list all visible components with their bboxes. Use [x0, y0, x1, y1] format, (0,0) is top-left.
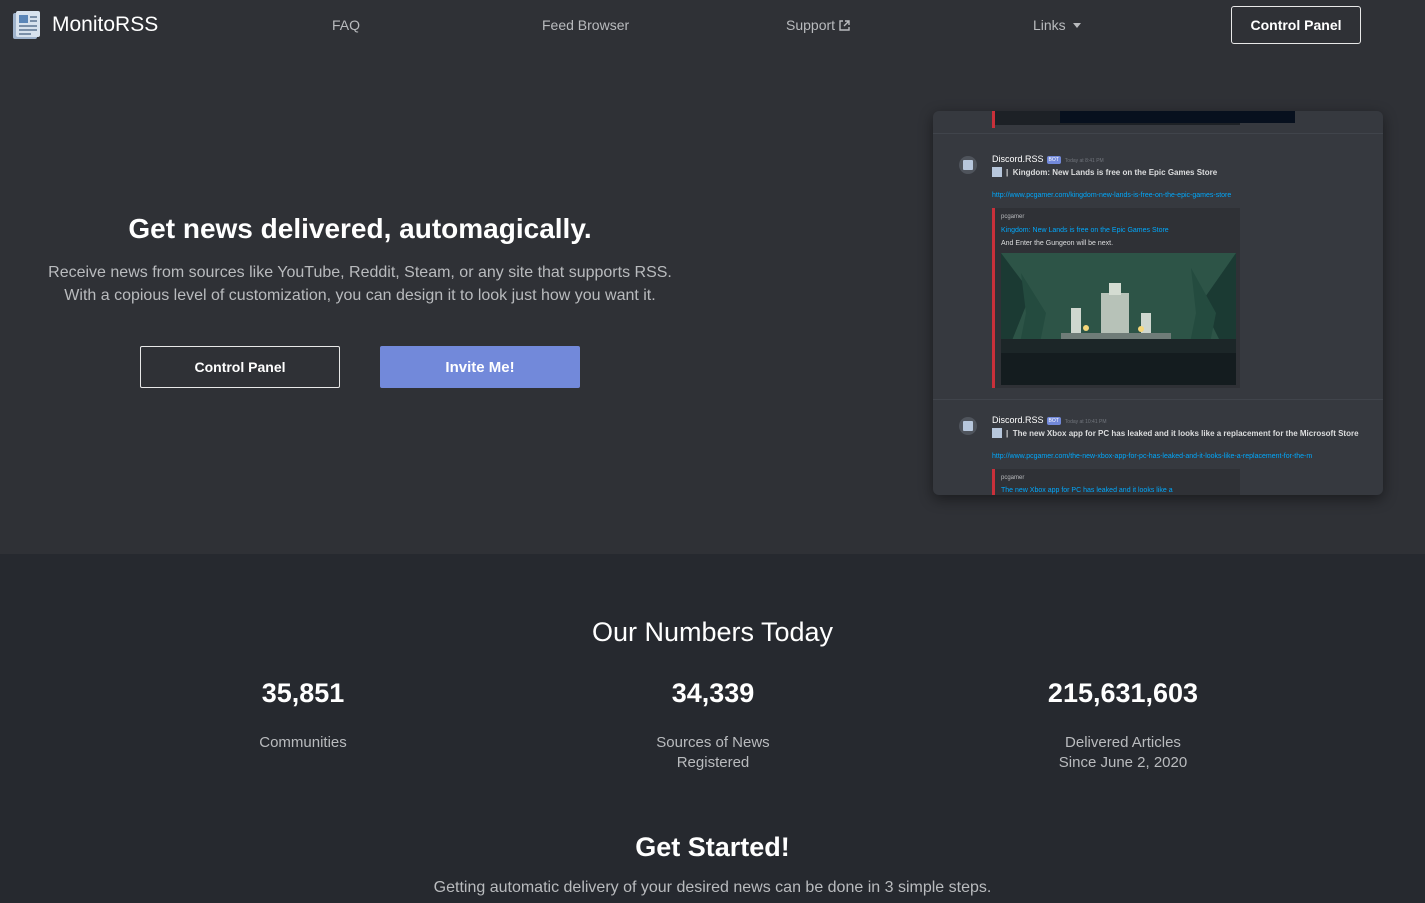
embed-color-bar: [992, 111, 995, 128]
stat-delivered-articles: 215,631,603 Delivered Articles Since Jun…: [973, 678, 1273, 773]
stat-communities: 35,851 Communities: [153, 678, 453, 753]
stat-value: 34,339: [671, 678, 755, 708]
hero-control-panel-button[interactable]: Control Panel: [140, 346, 340, 388]
embed-provider: pcgamer: [1001, 214, 1025, 220]
nav-links-label: Links: [1033, 17, 1066, 33]
embed-game-screenshot: [1001, 253, 1236, 385]
message-time: Today at 8:41 PM: [1064, 158, 1104, 164]
external-link-icon: [839, 18, 850, 34]
embed-color-bar: [992, 469, 995, 495]
nav-support-label: Support: [786, 17, 836, 33]
discord-preview-image: Discord.RSS BOT Today at 8:41 PM | Kingdom…: [933, 111, 1383, 495]
bot-badge: BOT: [1046, 156, 1061, 164]
message-author: Discord.RSS BOT Today at 8:41 PM: [992, 154, 1104, 164]
nav-faq-link[interactable]: FAQ: [332, 17, 360, 33]
bot-avatar: [959, 156, 977, 174]
invite-button[interactable]: Invite Me!: [380, 346, 580, 388]
stat-value: 215,631,603: [1047, 678, 1199, 708]
stat-label: Sources of News Registered: [656, 734, 770, 771]
message-text: | Kingdom: New Lands is free on the Epic…: [992, 167, 1217, 177]
embed-description: And Enter the Gungeon will be next.: [1001, 240, 1114, 247]
nav-feed-browser-link[interactable]: Feed Browser: [542, 17, 629, 33]
embed-title: The new Xbox app for PC has leaked and i…: [1001, 487, 1173, 494]
message-author: Discord.RSS BOT Today at 10:41 PM: [992, 415, 1107, 425]
bot-emoji-icon: [992, 167, 1002, 177]
stat-sources: 34,339 Sources of News Registered: [563, 678, 863, 773]
hero-subtitle-line1: Receive news from sources like YouTube, …: [48, 264, 672, 281]
hero-title: Get news delivered, automagically.: [128, 213, 592, 244]
bot-emoji-icon: [992, 428, 1002, 438]
nav-support-link[interactable]: Support: [786, 17, 850, 34]
previous-embed-image: [992, 111, 1295, 125]
bot-avatar: [959, 417, 977, 435]
nav-links-dropdown[interactable]: Links: [1033, 17, 1081, 33]
brand-name: MonitoRSS: [52, 13, 159, 36]
stat-value: 35,851: [261, 678, 345, 708]
newspaper-icon: [13, 10, 40, 40]
message-time: Today at 10:41 PM: [1064, 419, 1107, 425]
numbers-title: Our Numbers Today: [591, 617, 834, 647]
get-started-title: Get Started!: [635, 832, 790, 862]
embed-provider: pcgamer: [1001, 475, 1025, 481]
message-link: http://www.pcgamer.com/the-new-xbox-app-…: [992, 453, 1313, 460]
stat-label: Delivered Articles Since June 2, 2020: [1058, 734, 1188, 771]
message-link: http://www.pcgamer.com/kingdom-new-lands…: [992, 192, 1232, 199]
hero-section: Get news delivered, automagically. Recei…: [0, 53, 1425, 554]
hero-subtitle-line2: With a copious level of customization, y…: [64, 287, 656, 304]
stat-label: Communities: [259, 734, 347, 751]
brand-link[interactable]: MonitoRSS: [13, 10, 158, 40]
caret-down-icon: [1072, 23, 1081, 28]
message-text: | The new Xbox app for PC has leaked and…: [992, 428, 1359, 438]
hero-subtitle: Receive news from sources like YouTube, …: [0, 261, 720, 307]
nav-control-panel-button[interactable]: Control Panel: [1231, 6, 1361, 44]
top-navbar: MonitoRSS FAQ Feed Browser Support Links…: [0, 0, 1425, 53]
bot-badge: BOT: [1046, 417, 1061, 425]
embed-title: Kingdom: New Lands is free on the Epic G…: [1001, 227, 1169, 234]
embed-color-bar: [992, 208, 995, 388]
get-started-subtitle: Getting automatic delivery of your desir…: [433, 879, 992, 896]
